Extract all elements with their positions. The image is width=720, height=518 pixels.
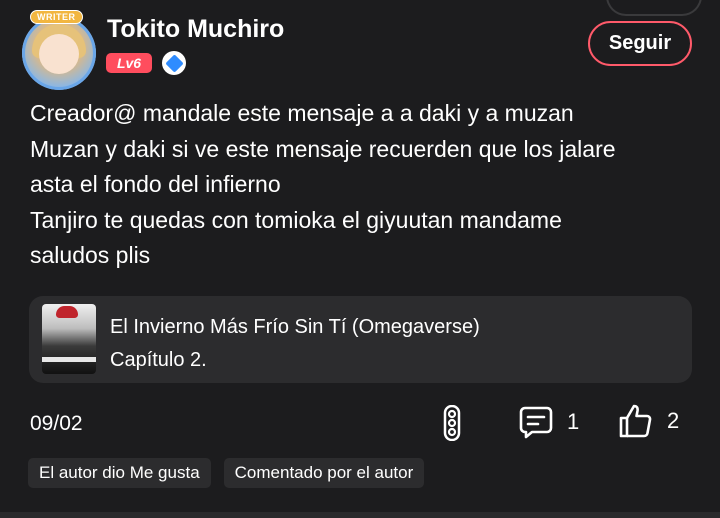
comment-count: 1 (567, 409, 580, 434)
next-card-edge (0, 512, 720, 518)
book-chapter: Capítulo 2. (110, 349, 207, 371)
username[interactable]: Tokito Muchiro (107, 15, 284, 44)
comment-line: Muzan y daki si ve este mensaje recuerde… (30, 135, 616, 162)
more-options-icon[interactable] (441, 404, 463, 442)
comment-line: asta el fondo del infierno (30, 171, 281, 197)
tag-author-commented: Comentado por el autor (223, 458, 425, 488)
follow-button[interactable]: Seguir (588, 21, 692, 66)
comment-bubble-icon (519, 406, 553, 439)
comments-button[interactable]: 1 (519, 403, 579, 441)
comment-line: Tanjiro te quedas con tomioka el giyuuta… (30, 206, 562, 233)
tag-author-liked: El autor dio Me gusta (28, 458, 211, 488)
thumbs-up-icon (619, 404, 652, 438)
book-reference-card[interactable]: El Invierno Más Frío Sin Tí (Omegaverse)… (29, 296, 692, 383)
writer-badge: WRITER (30, 10, 83, 24)
comment-date: 09/02 (30, 412, 83, 435)
book-cover (42, 304, 96, 374)
avatar[interactable] (22, 16, 96, 90)
comment-body: Creador@ mandale este mensaje a a daki y… (30, 96, 690, 274)
previous-card-edge (606, 0, 702, 16)
comment-line: Creador@ mandale este mensaje a a daki y… (30, 100, 574, 126)
like-count: 2 (667, 408, 680, 433)
verified-icon (162, 51, 186, 75)
comment-line: saludos plis (30, 242, 151, 268)
like-button[interactable]: 2 (617, 400, 679, 442)
author-interaction-tags: El autor dio Me gusta Comentado por el a… (28, 458, 425, 488)
level-badge: Lv6 (106, 53, 152, 73)
book-title: El Invierno Más Frío Sin Tí (Omegaverse) (110, 316, 480, 338)
avatar-face (39, 34, 79, 74)
